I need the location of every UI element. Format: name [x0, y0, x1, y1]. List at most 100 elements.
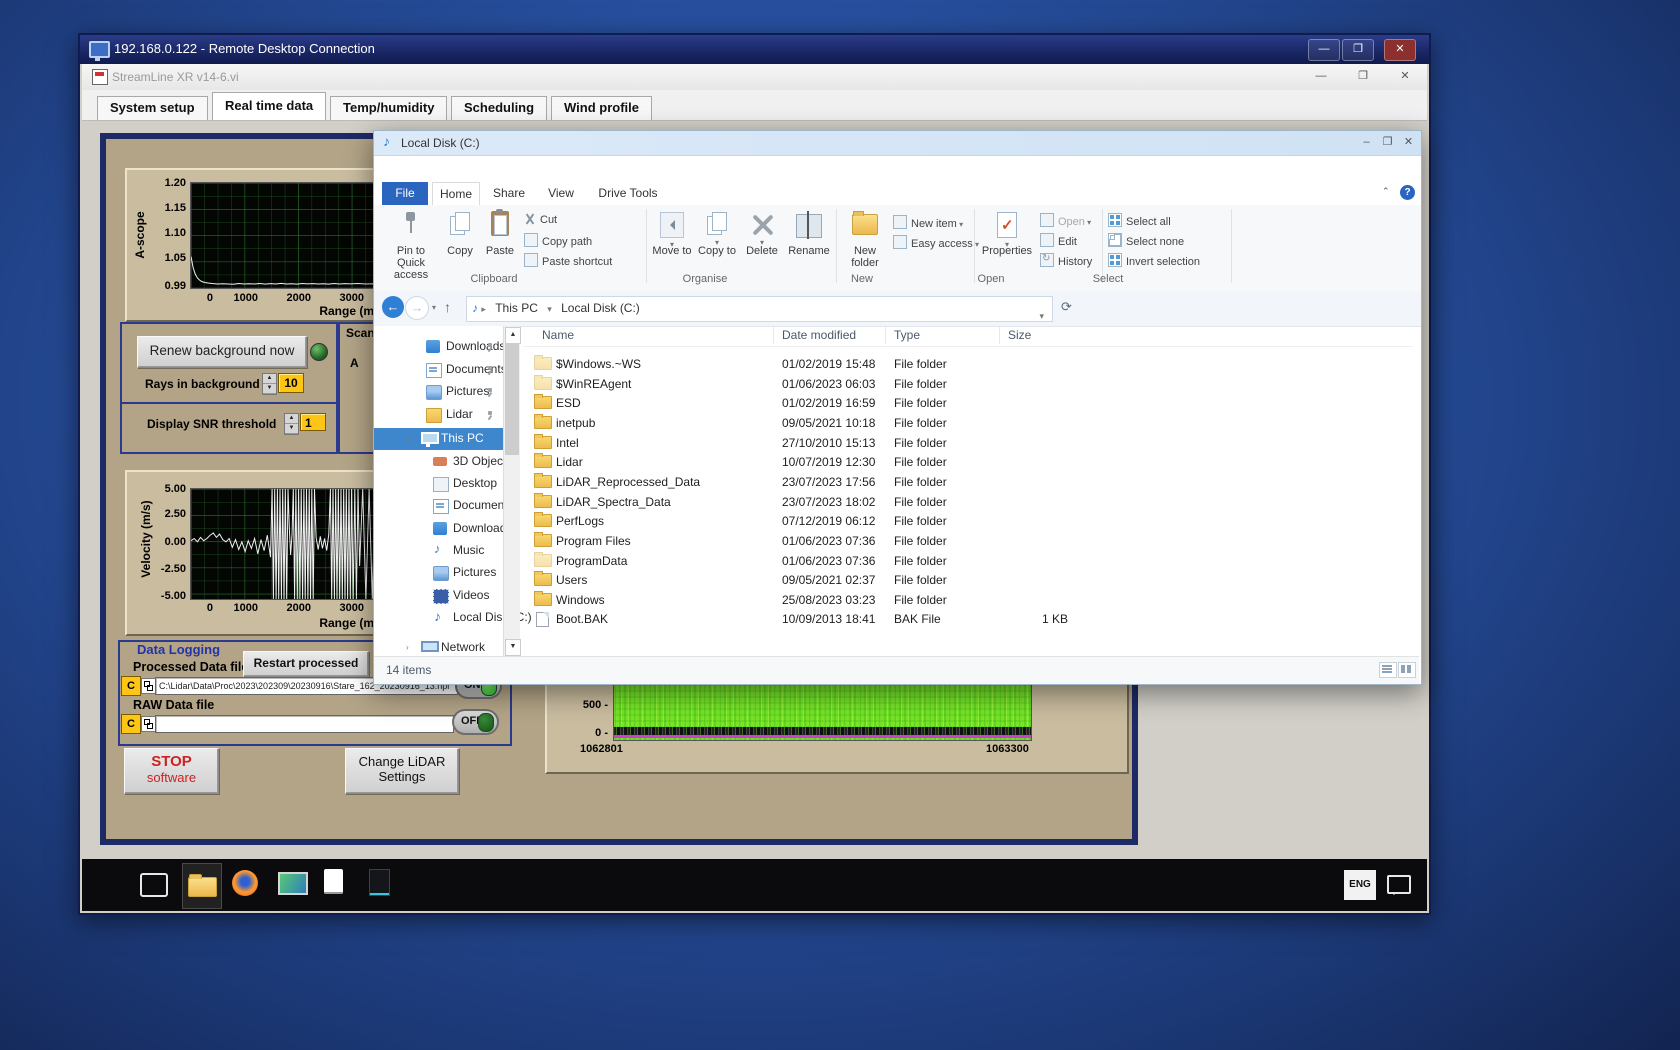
table-row[interactable]: LiDAR_Reprocessed_Data 23/07/2023 17:56 Fi… — [523, 472, 1413, 493]
nav-scrollbar[interactable]: ▲ ▼ — [503, 326, 521, 656]
thumbnail-view-button[interactable] — [1398, 662, 1416, 678]
column-header-type[interactable]: Type — [894, 328, 920, 342]
ribbon-tab-share[interactable]: Share — [484, 182, 534, 205]
tree-chevron-icon[interactable]: › — [406, 643, 409, 652]
renew-background-button[interactable]: Renew background now — [137, 336, 307, 368]
tab-system-setup[interactable]: System setup — [97, 96, 208, 120]
ribbon-tab-view[interactable]: View — [538, 182, 584, 205]
forward-button[interactable]: → — [405, 296, 429, 320]
processed-browse-icon[interactable] — [141, 678, 156, 694]
ribbon-tab-drive-tools[interactable]: Drive Tools — [592, 182, 664, 205]
breadcrumb-this-pc[interactable]: This PC — [489, 297, 544, 320]
invert-selection-button[interactable]: Invert selection — [1108, 253, 1200, 269]
app-close-button[interactable]: ✕ — [1394, 69, 1416, 85]
sidebar-item-this-pc[interactable]: ∨ This PC — [374, 428, 504, 450]
restart-processed-file-button[interactable]: Restart processed file — [243, 651, 369, 692]
sidebar-item-downloads[interactable]: Downloads — [374, 518, 512, 540]
scroll-down-arrow[interactable]: ▼ — [505, 639, 521, 656]
explorer-maximize-button[interactable]: ❐ — [1377, 135, 1398, 151]
table-row[interactable]: Users 09/05/2021 02:37 File folder — [523, 571, 1413, 591]
sidebar-item-documents[interactable]: Documents — [374, 359, 507, 381]
paste-button[interactable]: Paste — [481, 209, 519, 273]
explorer-minimize-button[interactable]: – — [1356, 135, 1377, 151]
processed-drive-letter[interactable]: C — [121, 676, 141, 696]
column-header-date[interactable]: Date modified — [782, 328, 856, 342]
select-none-button[interactable]: Select none — [1108, 233, 1184, 249]
sidebar-item-documents[interactable]: Documents — [374, 495, 514, 517]
table-row[interactable]: Intel 27/10/2010 15:13 File folder — [523, 433, 1413, 454]
terminal-app-icon[interactable] — [369, 869, 390, 896]
explorer-titlebar[interactable]: ♪ Local Disk (C:) – ❐ ✕ — [374, 131, 1421, 156]
sidebar-item-pictures[interactable]: Pictures — [374, 562, 504, 584]
properties-button[interactable]: Properties — [979, 209, 1035, 273]
ribbon-collapse-icon[interactable]: ⌃ — [1382, 186, 1390, 197]
paste-shortcut-button[interactable]: Paste shortcut — [524, 253, 612, 269]
scroll-up-arrow[interactable]: ▲ — [505, 327, 521, 344]
sidebar-item-videos[interactable]: Videos — [374, 585, 504, 607]
app-restore-button[interactable]: ❐ — [1352, 69, 1374, 85]
edit-button[interactable]: Edit — [1040, 233, 1077, 249]
select-all-button[interactable]: Select all — [1108, 213, 1171, 229]
rdp-maximize-button[interactable]: ❐ — [1342, 39, 1374, 61]
column-header-size[interactable]: Size — [1008, 328, 1031, 342]
table-row[interactable]: $WinREAgent 01/06/2023 06:03 File folder — [523, 374, 1413, 395]
table-row[interactable]: Windows 25/08/2023 03:23 File folder — [523, 590, 1413, 611]
cut-button[interactable]: Cut — [524, 213, 557, 229]
sidebar-item-pictures[interactable]: Pictures — [374, 381, 504, 403]
table-row[interactable]: ESD 01/02/2019 16:59 File folder — [523, 394, 1413, 414]
rdp-titlebar[interactable]: 192.168.0.122 - Remote Desktop Connectio… — [80, 35, 1429, 64]
rays-spinner[interactable]: ▲ ▼ — [262, 373, 277, 395]
tree-chevron-icon[interactable]: ∨ — [406, 434, 412, 443]
tab-wind-profile[interactable]: Wind profile — [551, 96, 652, 120]
new-folder-button[interactable]: New folder — [841, 209, 889, 273]
rdp-close-button[interactable]: ✕ — [1384, 39, 1416, 61]
language-indicator[interactable]: ENG — [1344, 870, 1376, 900]
refresh-icon[interactable]: ⟳ — [1061, 299, 1072, 315]
tab-temp-humidity[interactable]: Temp/humidity — [330, 96, 448, 120]
open-button[interactable]: Open — [1040, 213, 1091, 229]
tab-scheduling[interactable]: Scheduling — [451, 96, 548, 120]
breadcrumb-local-disk[interactable]: Local Disk (C:) — [555, 297, 646, 320]
notification-bubble-icon[interactable] — [1387, 875, 1411, 895]
sidebar-item-lidar[interactable]: Lidar — [374, 404, 504, 426]
pin-to-quick-access-button[interactable]: Pin to Quick access — [382, 209, 440, 281]
explorer-close-button[interactable]: ✕ — [1398, 135, 1419, 151]
streamline-titlebar[interactable]: StreamLine XR v14-6.vi — ❐ ✕ — [82, 64, 1427, 91]
delete-button[interactable]: Delete — [741, 209, 783, 273]
up-button[interactable]: ↑ — [444, 299, 451, 315]
raw-browse-icon[interactable] — [141, 716, 156, 732]
raw-drive-letter[interactable]: C — [121, 714, 141, 734]
rename-button[interactable]: Rename — [786, 209, 832, 273]
table-row[interactable]: $Windows.~WS 01/02/2019 15:48 File folder — [523, 355, 1413, 375]
rdp-minimize-button[interactable]: — — [1308, 39, 1340, 61]
help-icon[interactable]: ? — [1400, 185, 1415, 200]
table-row[interactable]: Boot.BAK 10/09/2013 18:41 BAK File 1 KB — [523, 610, 1413, 630]
change-lidar-settings-button[interactable]: Change LiDAR Settings — [345, 748, 459, 794]
task-view-icon[interactable] — [140, 873, 168, 897]
app-minimize-button[interactable]: — — [1310, 69, 1332, 85]
snr-spinner[interactable]: ▲ ▼ — [284, 413, 299, 435]
sidebar-item-music[interactable]: Music — [374, 540, 504, 562]
table-row[interactable]: ProgramData 01/06/2023 07:36 File folder — [523, 551, 1413, 572]
address-bar[interactable]: ♪ ▸ This PC ▾ Local Disk (C:) ▾ — [466, 296, 1053, 322]
table-row[interactable]: Program Files 01/06/2023 07:36 File folder — [523, 531, 1413, 552]
new-item-button[interactable]: New item — [893, 215, 963, 231]
table-row[interactable]: Lidar 10/07/2019 12:30 File folder — [523, 453, 1413, 473]
firefox-icon[interactable] — [232, 870, 258, 896]
move-to-button[interactable]: Move to — [651, 209, 693, 273]
scan-scheduler-icon[interactable] — [324, 869, 343, 894]
easy-access-button[interactable]: Easy access — [893, 235, 979, 251]
stop-software-button[interactable]: STOP software — [124, 748, 219, 794]
column-header-name[interactable]: Name — [542, 328, 574, 342]
snr-value-field[interactable]: 1 — [300, 413, 326, 431]
sidebar-item-desktop[interactable]: Desktop — [374, 473, 504, 495]
monitor-app-icon[interactable] — [278, 872, 308, 895]
sidebar-item-local-disk-c-[interactable]: Local Disk (C:) — [374, 607, 532, 629]
copy-to-button[interactable]: Copy to — [696, 209, 738, 273]
history-dropdown-icon[interactable]: ▾ — [432, 303, 436, 312]
address-dropdown-icon[interactable]: ▾ — [1039, 305, 1044, 328]
table-row[interactable]: LiDAR_Spectra_Data 23/07/2023 18:02 File f… — [523, 492, 1413, 513]
details-view-button[interactable] — [1379, 662, 1397, 678]
ribbon-tab-file[interactable]: File — [382, 182, 428, 205]
copy-button[interactable]: Copy — [441, 209, 479, 273]
